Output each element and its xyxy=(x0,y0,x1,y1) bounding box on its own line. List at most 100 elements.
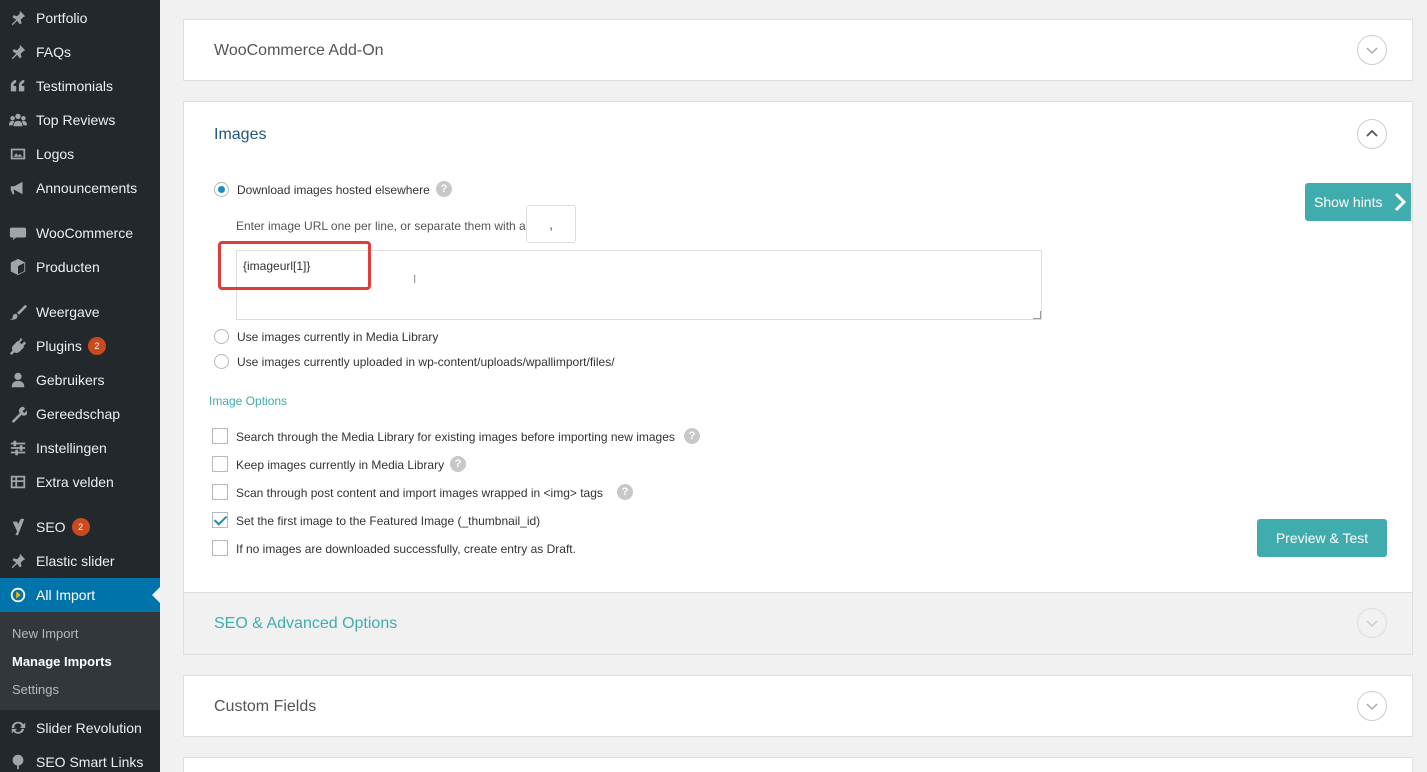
uploaded-files-radio[interactable] xyxy=(214,354,229,369)
menu-label: Logos xyxy=(36,146,75,162)
media-library-radio[interactable] xyxy=(214,329,229,344)
expand-toggle[interactable] xyxy=(1357,608,1387,638)
menu-item-top-reviews[interactable]: Top Reviews xyxy=(0,103,160,137)
update-count-badge: 2 xyxy=(87,337,106,355)
grid-icon xyxy=(8,472,28,492)
menu-label: Producten xyxy=(36,259,100,275)
expand-toggle[interactable] xyxy=(1357,35,1387,65)
menu-item-gebruikers[interactable]: Gebruikers xyxy=(0,363,160,397)
menu-label: Weergave xyxy=(36,304,100,320)
brush-icon xyxy=(8,302,28,322)
menu-item-gereedschap[interactable]: Gereedschap xyxy=(0,397,160,431)
draft-checkbox[interactable] xyxy=(212,540,228,556)
menu-item-portfolio[interactable]: Portfolio xyxy=(0,1,160,35)
all-import-submenu: New Import Manage Imports Settings xyxy=(0,612,160,710)
menu-label: Top Reviews xyxy=(36,112,116,128)
refresh-icon xyxy=(8,718,28,738)
menu-label: Testimonials xyxy=(36,78,114,94)
menu-label: Slider Revolution xyxy=(36,720,142,736)
menu-item-faqs[interactable]: FAQs xyxy=(0,35,160,69)
menu-item-weergave[interactable]: Weergave xyxy=(0,295,160,329)
menu-item-elastic-slider[interactable]: Elastic slider xyxy=(0,544,160,578)
featured-image-label: Set the first image to the Featured Imag… xyxy=(236,514,541,528)
featured-image-checkbox[interactable] xyxy=(212,512,228,528)
collapse-toggle[interactable] xyxy=(1357,119,1387,149)
sliders-icon xyxy=(8,438,28,458)
image-options-heading: Image Options xyxy=(209,394,288,408)
text-cursor-icon: I xyxy=(413,272,417,286)
separator-input[interactable]: , xyxy=(526,205,576,243)
media-library-label: Use images currently in Media Library xyxy=(237,330,439,344)
chevron-down-icon xyxy=(1366,47,1378,55)
menu-item-all-import[interactable]: All Import xyxy=(0,578,160,612)
menu-item-slider-revolution[interactable]: Slider Revolution xyxy=(0,711,160,745)
menu-label: Announcements xyxy=(36,180,138,196)
menu-item-extra-velden[interactable]: Extra velden xyxy=(0,465,160,499)
show-hints-button[interactable]: Show hints xyxy=(1305,183,1411,221)
menu-item-plugins[interactable]: Plugins 2 xyxy=(0,329,160,363)
menu-label: SEO xyxy=(36,519,66,535)
pin-icon xyxy=(8,8,28,28)
draft-label: If no images are downloaded successfully… xyxy=(236,542,576,556)
admin-sidebar: Portfolio FAQs Testimonials Top Reviews … xyxy=(0,0,160,772)
panel-title: Images xyxy=(214,126,267,143)
menu-item-seo-smart-links[interactable]: SEO Smart Links xyxy=(0,745,160,772)
help-icon[interactable]: ? xyxy=(684,428,700,444)
panel-title: Custom Fields xyxy=(214,698,317,715)
keep-images-checkbox[interactable] xyxy=(212,456,228,472)
seo-advanced-panel[interactable]: SEO & Advanced Options xyxy=(183,592,1413,655)
chevron-right-icon xyxy=(1394,192,1407,212)
menu-label: Portfolio xyxy=(36,10,88,26)
panel-title: SEO & Advanced Options xyxy=(214,615,398,632)
chevron-down-icon xyxy=(1366,620,1378,628)
help-icon[interactable]: ? xyxy=(436,181,452,197)
submenu-manage-imports[interactable]: Manage Imports xyxy=(12,654,112,669)
menu-label: SEO Smart Links xyxy=(36,754,144,770)
download-images-radio[interactable] xyxy=(214,182,229,197)
chevron-down-icon xyxy=(1366,703,1378,711)
menu-item-producten[interactable]: Producten xyxy=(0,250,160,284)
menu-item-woocommerce[interactable]: WooCommerce xyxy=(0,216,160,250)
preview-test-button[interactable]: Preview & Test xyxy=(1257,519,1387,557)
user-icon xyxy=(8,370,28,390)
expand-toggle[interactable] xyxy=(1357,691,1387,721)
quote-icon xyxy=(8,76,28,96)
menu-label: Elastic slider xyxy=(36,553,115,569)
group-icon xyxy=(8,110,28,130)
woocommerce-addon-panel[interactable]: WooCommerce Add-On xyxy=(183,19,1413,81)
custom-fields-panel[interactable]: Custom Fields xyxy=(183,675,1413,737)
panel-title: WooCommerce Add-On xyxy=(214,42,384,59)
update-count-badge: 2 xyxy=(71,518,90,536)
scan-content-checkbox[interactable] xyxy=(212,484,228,500)
menu-label: Plugins xyxy=(36,338,82,354)
woo-icon xyxy=(8,223,28,243)
submenu-new-import[interactable]: New Import xyxy=(12,626,78,641)
box-icon xyxy=(8,257,28,277)
menu-label: Gereedschap xyxy=(36,406,121,422)
image-icon xyxy=(8,144,28,164)
resize-grip-icon[interactable] xyxy=(1033,311,1041,319)
help-icon[interactable]: ? xyxy=(450,456,466,472)
menu-item-instellingen[interactable]: Instellingen xyxy=(0,431,160,465)
menu-label: Instellingen xyxy=(36,440,107,456)
download-images-label: Download images hosted elsewhere xyxy=(237,183,430,197)
scan-content-label: Scan through post content and import ima… xyxy=(236,486,603,500)
chevron-up-icon xyxy=(1366,129,1378,137)
highlight-box xyxy=(218,241,371,290)
menu-item-seo[interactable]: SEO 2 xyxy=(0,510,160,544)
menu-label: Gebruikers xyxy=(36,372,105,388)
enter-url-label: Enter image URL one per line, or separat… xyxy=(236,219,526,233)
menu-item-announcements[interactable]: Announcements xyxy=(0,171,160,205)
pin-icon xyxy=(8,42,28,62)
pin-icon xyxy=(8,551,28,571)
menu-label: WooCommerce xyxy=(36,225,133,241)
submenu-settings[interactable]: Settings xyxy=(12,682,59,697)
help-icon[interactable]: ? xyxy=(617,484,633,500)
menu-item-logos[interactable]: Logos xyxy=(0,137,160,171)
menu-label: Extra velden xyxy=(36,474,114,490)
menu-label: All Import xyxy=(36,587,96,603)
plug-icon xyxy=(8,336,28,356)
search-media-checkbox[interactable] xyxy=(212,428,228,444)
menu-label: FAQs xyxy=(36,44,72,60)
menu-item-testimonials[interactable]: Testimonials xyxy=(0,69,160,103)
